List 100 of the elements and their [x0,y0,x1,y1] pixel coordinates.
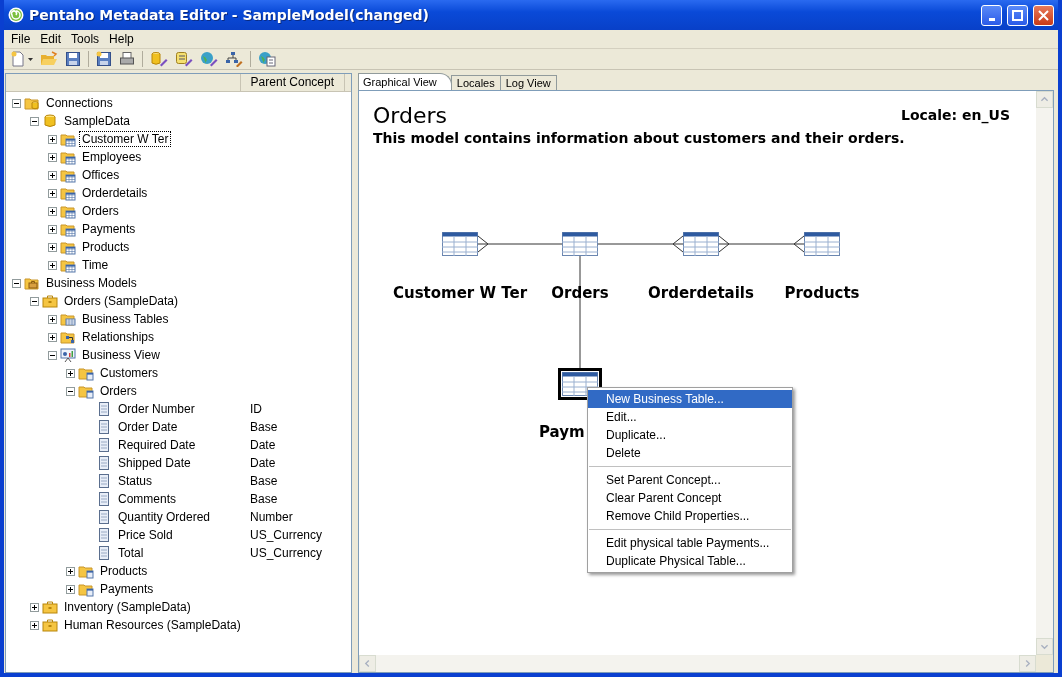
tab[interactable]: Log View [499,75,557,90]
tree-toggle[interactable] [12,98,21,108]
table-folder-icon [60,167,76,183]
table-node-icon[interactable] [561,232,599,257]
tree-toggle[interactable] [30,116,39,126]
database-folder-icon [24,95,40,111]
tree-toggle[interactable] [30,296,39,306]
tab[interactable]: Graphical View [358,73,452,90]
tree-toggle[interactable] [66,386,75,396]
minimize-button[interactable] [981,4,1002,26]
menu-item[interactable]: Edit [35,32,67,46]
tree-toggle[interactable] [48,260,57,270]
tree-toggle[interactable] [48,242,57,252]
tree-toggle[interactable] [48,224,57,234]
globe-list-icon[interactable] [258,51,276,67]
tree-item[interactable]: Relationships [79,329,158,345]
tree-toggle[interactable] [48,134,57,144]
menu-item[interactable]: Remove Child Properties... [588,507,792,525]
tree-item[interactable]: Orderdetails [79,185,151,201]
tree-item[interactable]: SampleData [61,113,134,129]
menu-item[interactable]: Help [104,32,139,46]
menu-item[interactable]: File [6,32,36,46]
menu-item[interactable]: Edit... [588,408,792,426]
tree-item[interactable]: Customers [97,365,161,381]
tree-item[interactable]: Shipped Date [115,455,194,471]
app-logo-icon [8,7,24,23]
table-folder-icon [60,203,76,219]
tree-item[interactable]: Quantity Ordered [115,509,214,525]
table-node-icon[interactable] [803,232,841,257]
tree-item[interactable]: Total [115,545,147,561]
tree-toggle[interactable] [48,350,57,360]
tree-item[interactable]: Required Date [115,437,199,453]
tree-item[interactable]: Price Sold [115,527,176,543]
tree-toggle[interactable] [66,566,75,576]
save-as-icon[interactable] [96,51,112,67]
tab[interactable]: Locales [450,75,501,90]
tree-item[interactable]: Customer W Ter [79,131,172,147]
menu-item[interactable]: Delete [588,444,792,462]
model-description: This model contains information about customers and their orders. [372,129,906,148]
briefcase-icon [42,599,58,615]
menu-item[interactable]: Edit physical table Payments... [588,534,792,552]
close-button[interactable] [1033,4,1054,26]
menu-item[interactable]: New Business Table... [588,390,792,408]
save-icon[interactable] [65,51,81,67]
print-icon[interactable] [119,51,135,67]
tree-item[interactable]: Business Models [43,275,140,291]
tree-toggle[interactable] [48,170,57,180]
globe-edit-icon[interactable] [200,51,218,67]
tree-item[interactable]: Payments [79,221,139,237]
briefcase-folder-icon [24,275,40,291]
tree-item[interactable]: Inventory (SampleData) [61,599,194,615]
tree-item[interactable]: Orders [79,203,122,219]
menu-item[interactable]: Clear Parent Concept [588,489,792,507]
tree-toggle[interactable] [48,332,57,342]
model-title: Orders [373,103,447,128]
tree-item[interactable]: Orders (SampleData) [61,293,182,309]
tree-item[interactable]: Payments [97,581,157,597]
tree-toggle[interactable] [48,314,57,324]
tree-item[interactable]: Products [97,563,151,579]
menu-item[interactable]: Duplicate Physical Table... [588,552,792,570]
tree-value: ID [250,402,263,416]
tree-item[interactable]: Products [79,239,133,255]
table-folder-icon [60,131,76,147]
tree-item[interactable]: Orders [97,383,140,399]
menu-item[interactable]: Set Parent Concept... [588,471,792,489]
table-label: Products [784,284,860,302]
column-icon [96,401,112,417]
tree-item[interactable]: Business Tables [79,311,172,327]
list-edit-icon[interactable] [175,51,193,67]
maximize-icon [1012,9,1023,21]
tree-item[interactable]: Human Resources (SampleData) [61,617,244,633]
tree-toggle[interactable] [66,584,75,594]
tree-item[interactable]: Order Number [115,401,198,417]
tree-item[interactable]: Offices [79,167,123,183]
tree-toggle[interactable] [30,602,39,612]
column-icon [96,545,112,561]
tree-item[interactable]: Business View [79,347,163,363]
menu-item[interactable]: Tools [66,32,105,46]
maximize-button[interactable] [1007,4,1028,26]
column-icon [96,509,112,525]
briefcase-icon [42,293,58,309]
hierarchy-edit-icon[interactable] [225,51,243,67]
column-icon [96,455,112,471]
tree-toggle[interactable] [66,368,75,378]
tree-toggle[interactable] [48,206,57,216]
menu-item[interactable]: Duplicate... [588,426,792,444]
table-node-icon[interactable] [682,232,720,257]
tree-toggle[interactable] [30,620,39,630]
tree-toggle[interactable] [48,152,57,162]
tree-item[interactable]: Connections [43,95,116,111]
tree-item[interactable]: Time [79,257,112,273]
tree-item[interactable]: Order Date [115,419,181,435]
tree-item[interactable]: Employees [79,149,145,165]
database-icon [42,113,58,129]
table-node-icon[interactable] [441,232,479,257]
tree-item[interactable]: Comments [115,491,179,507]
tree-toggle[interactable] [12,278,21,288]
database-edit-icon[interactable] [150,51,168,67]
tree-item[interactable]: Status [115,473,156,489]
tree-toggle[interactable] [48,188,57,198]
